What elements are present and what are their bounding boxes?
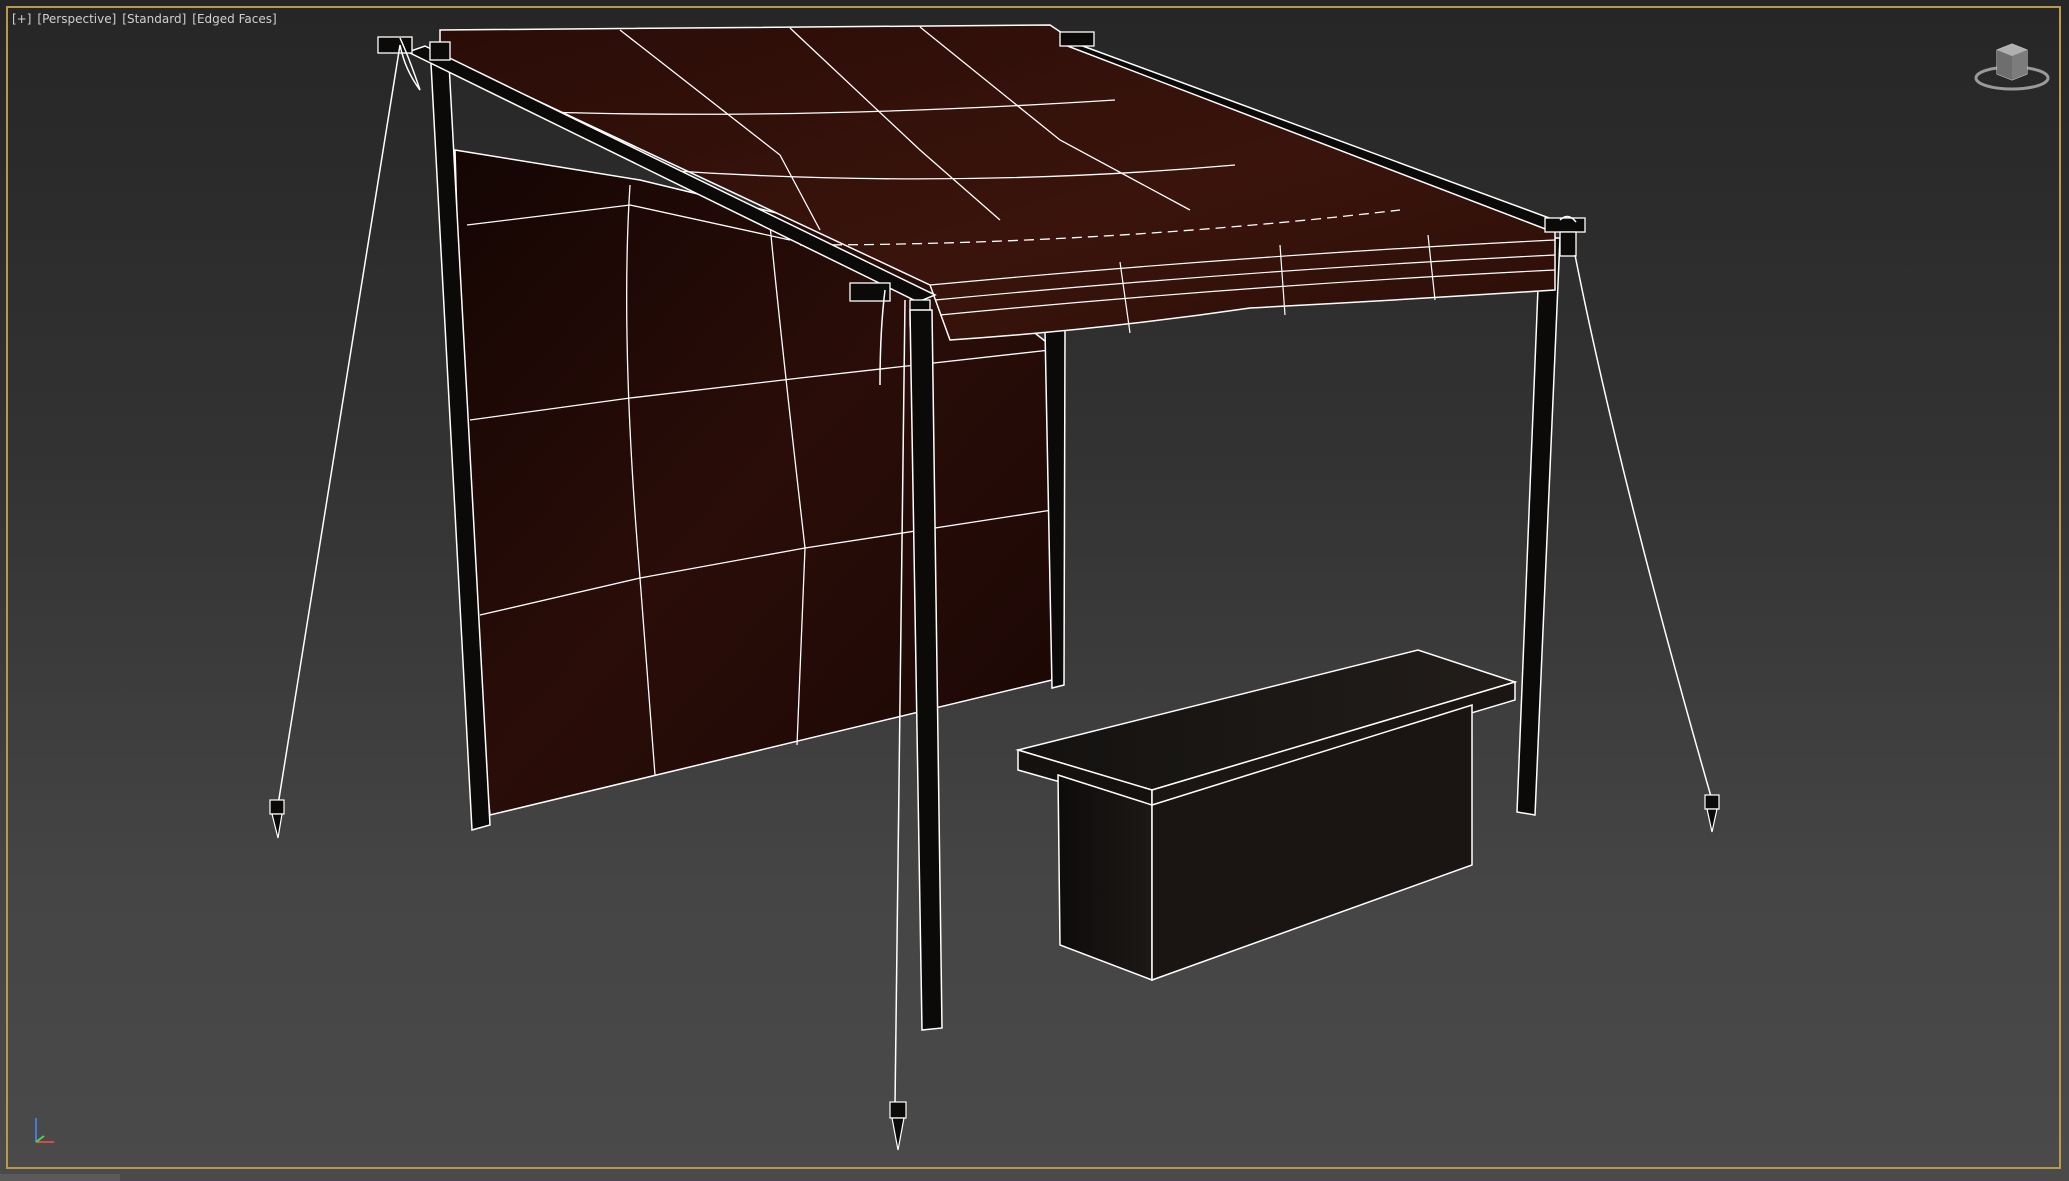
timeline-strip[interactable]: [0, 1174, 120, 1181]
tent-peg-left: [269, 799, 285, 839]
tent-peg-right: [1704, 794, 1720, 833]
viewport-menu-plus[interactable]: [+]: [12, 12, 31, 26]
scene-render[interactable]: [0, 0, 2069, 1181]
front-right-pole[interactable]: [1516, 237, 1561, 816]
tent-peg-front: [889, 1101, 907, 1151]
perspective-viewport[interactable]: [+] [Perspective] [Standard] [Edged Face…: [0, 0, 2069, 1181]
viewport-label: [+] [Perspective] [Standard] [Edged Face…: [12, 12, 277, 26]
axis-gizmo-icon: [35, 1118, 54, 1143]
viewcube-icon[interactable]: [1972, 38, 2052, 94]
tent-pegs[interactable]: [269, 794, 1720, 1151]
viewport-shading-label[interactable]: [Standard]: [122, 12, 186, 26]
viewport-edged-faces-label[interactable]: [Edged Faces]: [192, 12, 276, 26]
viewport-view-label[interactable]: [Perspective]: [37, 12, 116, 26]
bench[interactable]: [1015, 649, 1518, 982]
